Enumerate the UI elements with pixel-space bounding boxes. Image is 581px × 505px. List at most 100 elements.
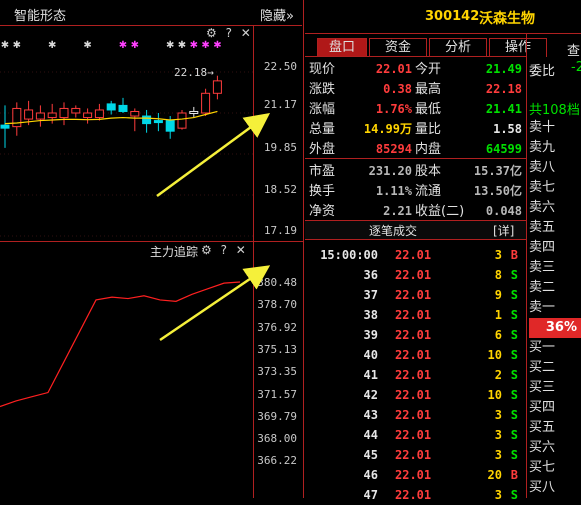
signal-star: ✱ [213, 40, 221, 51]
ratio-label: 委比 [529, 64, 556, 79]
kline-panel: 智能形态 隐藏» ⚙ ? ✕ ✱ ✱ ✱ ✱ ✱ ✱ ✱ ✱ ✱ ✱ ✱ 22.50 21.17 19.… [0, 0, 304, 242]
trade-side: B [510, 468, 518, 482]
trade-price: 22.01 [395, 288, 432, 302]
price-axis-label: 22.50 [263, 60, 297, 73]
axis-divider [253, 242, 254, 498]
sell-level-label: 卖一 [529, 300, 556, 315]
trade-volume: 10 [487, 388, 502, 402]
quote-panel: 300142 沃森生物 盘口 资金 分析 操作 现价 22.01 今开 21.49 涨跌… [305, 0, 581, 502]
quote-value: 231.20 [368, 164, 412, 178]
candle-body [130, 110, 140, 117]
trade-volume: 3 [494, 428, 502, 442]
trade-volume: 6 [494, 328, 502, 342]
trades-detail-link[interactable]: [详] [493, 222, 514, 239]
candle-body [106, 103, 116, 111]
trade-side: S [510, 308, 518, 322]
tab-zijin[interactable]: 资金 [369, 38, 427, 57]
force-axis-label: 378.70 [257, 298, 297, 312]
quote-value: 13.50亿 [473, 184, 522, 198]
trades-title: 逐笔成交 [369, 224, 418, 238]
force-axis-label: 373.35 [257, 365, 297, 379]
trade-row: 46 22.01 20 B [305, 465, 526, 485]
force-axis-label: 380.48 [257, 276, 297, 289]
trade-row: 37 22.01 9 S [305, 285, 526, 305]
trade-time: 36 [363, 268, 378, 282]
sell-level-label: 卖六 [529, 200, 556, 215]
trade-row: 45 22.01 3 S [305, 445, 526, 465]
trade-side: S [510, 488, 518, 502]
price-axis-label: 17.19 [263, 224, 297, 237]
candle-body [83, 112, 93, 119]
trade-price: 22.01 [395, 468, 432, 482]
quote-label: 股本 [415, 164, 442, 179]
buy-level-label: 买二 [529, 360, 556, 375]
quote-label: 换手 [309, 184, 336, 199]
trade-volume: 3 [494, 488, 502, 502]
trade-row: 39 22.01 6 S [305, 325, 526, 345]
kline-title: 智能形态 [14, 9, 67, 24]
trade-time: 44 [363, 428, 378, 442]
buy-level-label: 买一 [529, 340, 556, 355]
buy-level-label: 买七 [529, 460, 556, 475]
quote-label: 涨幅 [309, 102, 336, 117]
tab-caozuo[interactable]: 操作 [489, 38, 547, 57]
quote-label: 总量 [309, 122, 336, 137]
signal-star: ✱ [131, 40, 139, 51]
trade-price: 22.01 [395, 368, 432, 382]
trade-price: 22.01 [395, 308, 432, 322]
trade-time: 45 [363, 448, 378, 462]
trade-side: S [510, 268, 518, 282]
tab-label: 操作 [504, 40, 531, 55]
orderbook-divider [526, 34, 527, 498]
candle-body [212, 80, 222, 94]
trade-row: 44 22.01 3 S [305, 425, 526, 445]
sell-level-label: 卖五 [529, 220, 556, 235]
stock-header: 300142 沃森生物 [305, 0, 581, 34]
force-axis-label: 368.00 [257, 432, 297, 446]
trade-side: S [510, 328, 518, 342]
kline-toolbar: 智能形态 隐藏» [0, 0, 302, 26]
ratio-value: -2 [571, 60, 581, 75]
force-axis-label: 376.92 [257, 320, 297, 334]
candle-body [24, 109, 34, 120]
candle-body [118, 104, 128, 112]
candle-body [12, 107, 22, 128]
trade-side: S [510, 288, 518, 302]
trade-row: 36 22.01 8 S [305, 265, 526, 285]
hide-button[interactable]: 隐藏» [260, 5, 294, 24]
candle-body [153, 120, 163, 124]
trade-side: S [510, 408, 518, 422]
total-levels: 共108档 [529, 103, 580, 118]
trade-price: 22.01 [395, 268, 432, 282]
quote-value: 21.49 [485, 62, 522, 76]
quote-label: 收益(二) [415, 204, 465, 219]
trade-price: 22.01 [395, 428, 432, 442]
trade-row: 43 22.01 3 S [305, 405, 526, 425]
trade-time: 42 [363, 388, 378, 402]
trade-row: 15:00:00 22.01 3 B [305, 245, 526, 265]
tab-fenxi[interactable]: 分析 [429, 38, 487, 57]
trade-row: 47 22.01 3 S [305, 485, 526, 505]
trade-time: 46 [363, 468, 378, 482]
quote-divider [305, 158, 526, 159]
trade-time: 38 [363, 308, 378, 322]
candle-body [94, 109, 104, 119]
quote-value: 85294 [375, 142, 412, 156]
price-axis-label: 21.17 [263, 98, 297, 111]
tab-pankou[interactable]: 盘口 [317, 38, 367, 57]
quote-label: 市盈 [309, 164, 336, 179]
signal-star: ✱ [166, 40, 174, 51]
trade-row: 42 22.01 10 S [305, 385, 526, 405]
trade-price: 22.01 [395, 488, 432, 502]
quote-row: 市盈 231.20 股本 15.37亿 [305, 161, 526, 182]
sell-level-label: 卖四 [529, 240, 556, 255]
trade-time: 40 [363, 348, 378, 362]
trade-time: 15:00:00 [320, 248, 378, 262]
trade-side: S [510, 348, 518, 362]
trade-price: 22.01 [395, 388, 432, 402]
quote-value: 0.048 [485, 204, 522, 218]
quote-label: 流通 [415, 184, 442, 199]
trade-row: 40 22.01 10 S [305, 345, 526, 365]
force-axis-label: 366.22 [257, 454, 297, 468]
quote-row: 涨跌 0.38 最高 22.18 [305, 79, 526, 100]
